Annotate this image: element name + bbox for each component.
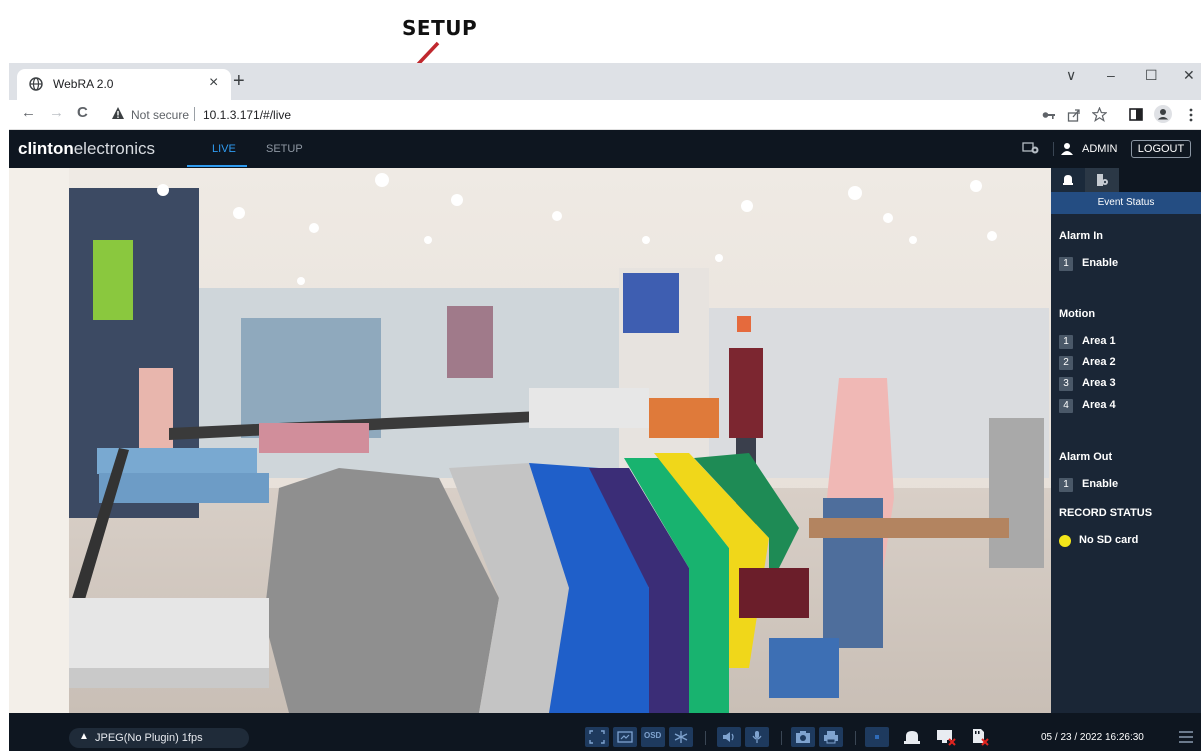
fullscreen-icon bbox=[589, 730, 605, 744]
alarm-in-title: Alarm In bbox=[1059, 230, 1104, 242]
alarm-out-number: 1 bbox=[1059, 478, 1073, 492]
motion-area-label: Area 3 bbox=[1082, 377, 1116, 389]
motion-area-label: Area 1 bbox=[1082, 335, 1116, 347]
audio-button[interactable] bbox=[717, 727, 741, 747]
mic-button[interactable] bbox=[745, 727, 769, 747]
event-status-header: Event Status bbox=[1051, 192, 1201, 214]
motion-area-label: Area 4 bbox=[1082, 399, 1116, 411]
user-icon bbox=[1061, 143, 1073, 155]
kebab-menu-icon[interactable] bbox=[1189, 108, 1193, 122]
warning-icon bbox=[112, 107, 124, 119]
share-icon[interactable] bbox=[1067, 108, 1081, 122]
alarm-in-number: 1 bbox=[1059, 257, 1073, 271]
back-button[interactable]: ← bbox=[21, 104, 36, 121]
new-tab-button[interactable]: + bbox=[233, 71, 245, 91]
tab-close-icon[interactable]: × bbox=[209, 74, 218, 92]
nav-tab-setup[interactable]: SETUP bbox=[266, 143, 303, 155]
url-text: 10.1.3.171/#/live bbox=[203, 108, 292, 122]
side-panel-tabs bbox=[1051, 168, 1201, 192]
fit-screen-button[interactable] bbox=[613, 727, 637, 747]
sd-off-icon[interactable] bbox=[969, 727, 991, 747]
nav-tab-live-label: LIVE bbox=[212, 143, 236, 155]
store-scene-image bbox=[9, 168, 1051, 713]
alarm-out-label: Enable bbox=[1082, 478, 1119, 490]
motion-area-number: 1 bbox=[1059, 335, 1073, 349]
print-icon bbox=[824, 731, 838, 744]
tab-title: WebRA 2.0 bbox=[53, 77, 114, 91]
control-divider bbox=[855, 731, 856, 745]
motion-area-number: 3 bbox=[1059, 377, 1073, 391]
print-button[interactable] bbox=[819, 727, 843, 747]
key-icon[interactable] bbox=[1042, 109, 1056, 121]
snapshot-button[interactable] bbox=[791, 727, 815, 747]
forward-button[interactable]: → bbox=[49, 104, 64, 121]
side-panel-icon[interactable] bbox=[1129, 108, 1143, 121]
video-control-bar: ▲ JPEG(No Plugin) 1fps OSD 05 / 23 / 202… bbox=[9, 713, 1201, 751]
event-side-panel: Event Status Alarm In 1 Enable Motion 1 … bbox=[1051, 168, 1201, 713]
alarm-out-title: Alarm Out bbox=[1059, 451, 1113, 463]
browser-toolbar: ← → C Not secure 10.1.3.171/#/live bbox=[9, 100, 1201, 130]
motion-area-label: Area 2 bbox=[1082, 356, 1116, 368]
bookmark-star-icon[interactable] bbox=[1092, 107, 1107, 122]
live-video-feed[interactable] bbox=[9, 168, 1051, 713]
osd-icon: OSD bbox=[644, 731, 662, 740]
display-off-icon[interactable] bbox=[935, 727, 957, 747]
stream-label: JPEG(No Plugin) 1fps bbox=[95, 732, 203, 744]
chevron-up-icon: ▲ bbox=[79, 731, 89, 742]
freeze-button[interactable] bbox=[669, 727, 693, 747]
alarm-icon[interactable] bbox=[901, 727, 923, 747]
annotation-label: SETUP bbox=[402, 16, 478, 40]
globe-icon bbox=[29, 77, 43, 91]
camera-settings-icon[interactable] bbox=[1022, 141, 1040, 155]
reload-button[interactable]: C bbox=[77, 104, 88, 121]
fullscreen-button[interactable] bbox=[585, 727, 609, 747]
side-tab-device[interactable] bbox=[1085, 168, 1119, 192]
motion-area-number: 2 bbox=[1059, 356, 1073, 370]
nav-tab-live[interactable]: LIVE bbox=[187, 130, 247, 168]
security-label: Not secure bbox=[131, 108, 190, 122]
hamburger-menu-icon[interactable] bbox=[1179, 731, 1193, 743]
record-status-value: No SD card bbox=[1079, 534, 1139, 546]
active-tab-underline bbox=[187, 165, 247, 167]
datetime-label: 05 / 23 / 2022 16:26:30 bbox=[1041, 732, 1144, 743]
motion-title: Motion bbox=[1059, 308, 1096, 320]
side-tab-alarm[interactable] bbox=[1051, 168, 1085, 192]
browser-tab[interactable]: WebRA 2.0 × bbox=[17, 69, 231, 100]
close-window-button[interactable]: ✕ bbox=[1183, 67, 1195, 84]
alarm-bell-icon bbox=[1063, 175, 1073, 185]
topbar-divider bbox=[1053, 142, 1054, 156]
profile-icon[interactable] bbox=[1154, 105, 1172, 123]
address-bar[interactable]: Not secure 10.1.3.171/#/live bbox=[107, 104, 667, 126]
record-status-title: RECORD STATUS bbox=[1059, 507, 1153, 519]
logout-button[interactable]: LOGOUT bbox=[1131, 140, 1191, 158]
tab-search-icon[interactable]: ∨ bbox=[1066, 67, 1076, 84]
control-divider bbox=[705, 731, 706, 745]
alarm-in-label: Enable bbox=[1082, 257, 1119, 269]
brand-logo: clintonelectronics bbox=[18, 139, 155, 158]
browser-tabstrip: WebRA 2.0 × + ∨ – ☐ ✕ bbox=[9, 63, 1201, 100]
status-dot-icon bbox=[1059, 535, 1071, 547]
stream-selector[interactable]: ▲ JPEG(No Plugin) 1fps bbox=[69, 728, 249, 748]
audio-icon bbox=[723, 732, 734, 742]
mic-icon bbox=[752, 731, 762, 743]
record-icon bbox=[875, 735, 879, 739]
osd-button[interactable]: OSD bbox=[641, 727, 665, 747]
control-divider bbox=[781, 731, 782, 745]
username-label: ADMIN bbox=[1082, 143, 1118, 155]
device-settings-icon bbox=[1097, 174, 1108, 186]
maximize-button[interactable]: ☐ bbox=[1145, 67, 1158, 84]
browser-window: WebRA 2.0 × + ∨ – ☐ ✕ ← → C Not secure 1… bbox=[9, 63, 1201, 751]
motion-area-number: 4 bbox=[1059, 399, 1073, 413]
freeze-icon bbox=[674, 731, 688, 743]
snapshot-icon bbox=[796, 731, 810, 743]
webra-app: clintonelectronics LIVE SETUP ADMIN LOGO… bbox=[9, 130, 1201, 751]
app-topbar: clintonelectronics LIVE SETUP ADMIN LOGO… bbox=[9, 130, 1201, 168]
fit-icon bbox=[617, 731, 633, 743]
record-button[interactable] bbox=[865, 727, 889, 747]
omnibox-divider bbox=[194, 107, 195, 121]
minimize-button[interactable]: – bbox=[1107, 67, 1115, 83]
